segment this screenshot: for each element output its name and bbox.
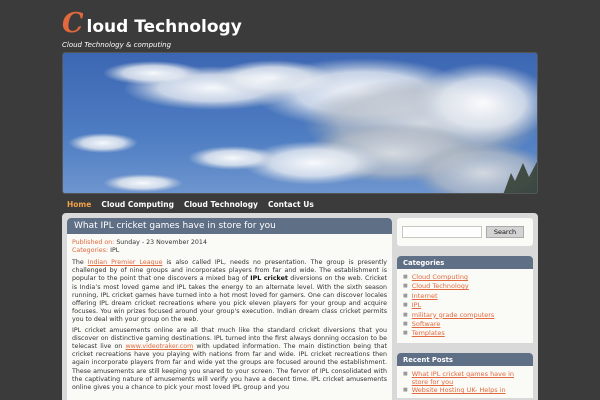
square-bullet-icon: ■ [403, 330, 408, 337]
categories-list: ■ Cloud Computing ■ Cloud Technology ■ Inte… [397, 269, 533, 343]
recent-post-link[interactable]: What IPL cricket games have in store for… [412, 370, 527, 386]
square-bullet-icon: ■ [403, 370, 408, 377]
nav-item-cloud-technology[interactable]: Cloud Technology [179, 200, 263, 209]
sidebar: Search Categories ■ Cloud Computing ■ Clou… [397, 218, 533, 399]
list-item: ■ Cloud Technology [403, 282, 527, 291]
recent-posts-title: Recent Posts [397, 352, 533, 366]
list-item: ■ military grade computers [403, 311, 527, 320]
header-banner-image [62, 52, 538, 194]
category-link[interactable]: IPL [412, 301, 421, 310]
square-bullet-icon: ■ [403, 302, 408, 309]
list-item: ■ Software [403, 320, 527, 329]
text-span: diversions on the web. Cricket is India’… [72, 275, 387, 324]
categories-title: Categories [397, 256, 533, 269]
indian-premier-league-link[interactable]: Indian Premier League [88, 259, 163, 266]
list-item: ■ Templates [403, 329, 527, 338]
text-span: The [72, 259, 88, 266]
published-date: Sunday - 23 November 2014 [116, 239, 207, 246]
page-body: What IPL cricket games have in store for… [62, 213, 538, 400]
recent-post-link[interactable]: Website Hosting UK- Helps in [412, 386, 506, 394]
post-body: The Indian Premier League is also called… [67, 255, 392, 392]
text-span: with updated information. The main disti… [72, 343, 387, 392]
search-widget: Search [397, 218, 533, 246]
published-label: Published on: [72, 239, 115, 246]
category-link[interactable]: military grade computers [412, 311, 495, 320]
post-meta: Published on: Sunday - 23 November 2014 … [67, 234, 392, 255]
post-content: What IPL cricket games have in store for… [67, 218, 392, 400]
square-bullet-icon: ■ [403, 292, 408, 299]
category-link[interactable]: Templates [412, 329, 445, 338]
square-bullet-icon: ■ [403, 387, 408, 394]
site-title[interactable]: C loud Technology [62, 10, 542, 38]
sky-clouds-image [63, 53, 537, 193]
search-button[interactable]: Search [486, 226, 524, 238]
videotraker-link[interactable]: www.videotraker.com [125, 343, 193, 350]
site-header: C loud Technology Cloud Technology & com… [62, 10, 542, 52]
list-item: ■ IPL [403, 301, 527, 310]
post-category[interactable]: IPL [110, 247, 119, 254]
list-item: ■ Internet [403, 292, 527, 301]
bold-keyword: IPL cricket [250, 275, 288, 283]
list-item: ■ What IPL cricket games have in store fo… [403, 370, 527, 386]
recent-posts-list: ■ What IPL cricket games have in store fo… [397, 366, 533, 399]
square-bullet-icon: ■ [403, 311, 408, 318]
category-link[interactable]: Cloud Technology [412, 282, 469, 291]
post-paragraph: IPL cricket amusements online are all th… [72, 327, 387, 393]
square-bullet-icon: ■ [403, 274, 408, 280]
post-paragraph: The Indian Premier League is also called… [72, 259, 387, 325]
category-link[interactable]: Cloud Computing [412, 273, 468, 282]
square-bullet-icon: ■ [403, 321, 408, 328]
site-tagline: Cloud Technology & computing [62, 41, 172, 49]
search-input[interactable] [402, 226, 482, 238]
site-title-text[interactable]: loud Technology [87, 17, 242, 37]
list-item: ■ Website Hosting UK- Helps in [403, 386, 527, 394]
recent-posts-widget: Recent Posts ■ What IPL cricket games hav… [397, 352, 533, 399]
category-link[interactable]: Internet [412, 292, 438, 301]
categories-widget: Categories ■ Cloud Computing ■ Cloud Techn… [397, 256, 533, 343]
list-item: ■ Cloud Computing [403, 273, 527, 282]
nav-item-contact-us[interactable]: Contact Us [263, 200, 319, 209]
nav-item-cloud-computing[interactable]: Cloud Computing [96, 200, 179, 209]
nav-item-home[interactable]: Home [62, 200, 96, 209]
square-bullet-icon: ■ [403, 283, 408, 290]
site-title-initial[interactable]: C [62, 10, 84, 38]
main-navigation: Home Cloud Computing Cloud Technology Co… [62, 196, 538, 212]
categories-label: Categories: [72, 247, 109, 254]
category-link[interactable]: Software [412, 320, 441, 329]
post-title[interactable]: What IPL cricket games have in store for… [67, 218, 392, 234]
